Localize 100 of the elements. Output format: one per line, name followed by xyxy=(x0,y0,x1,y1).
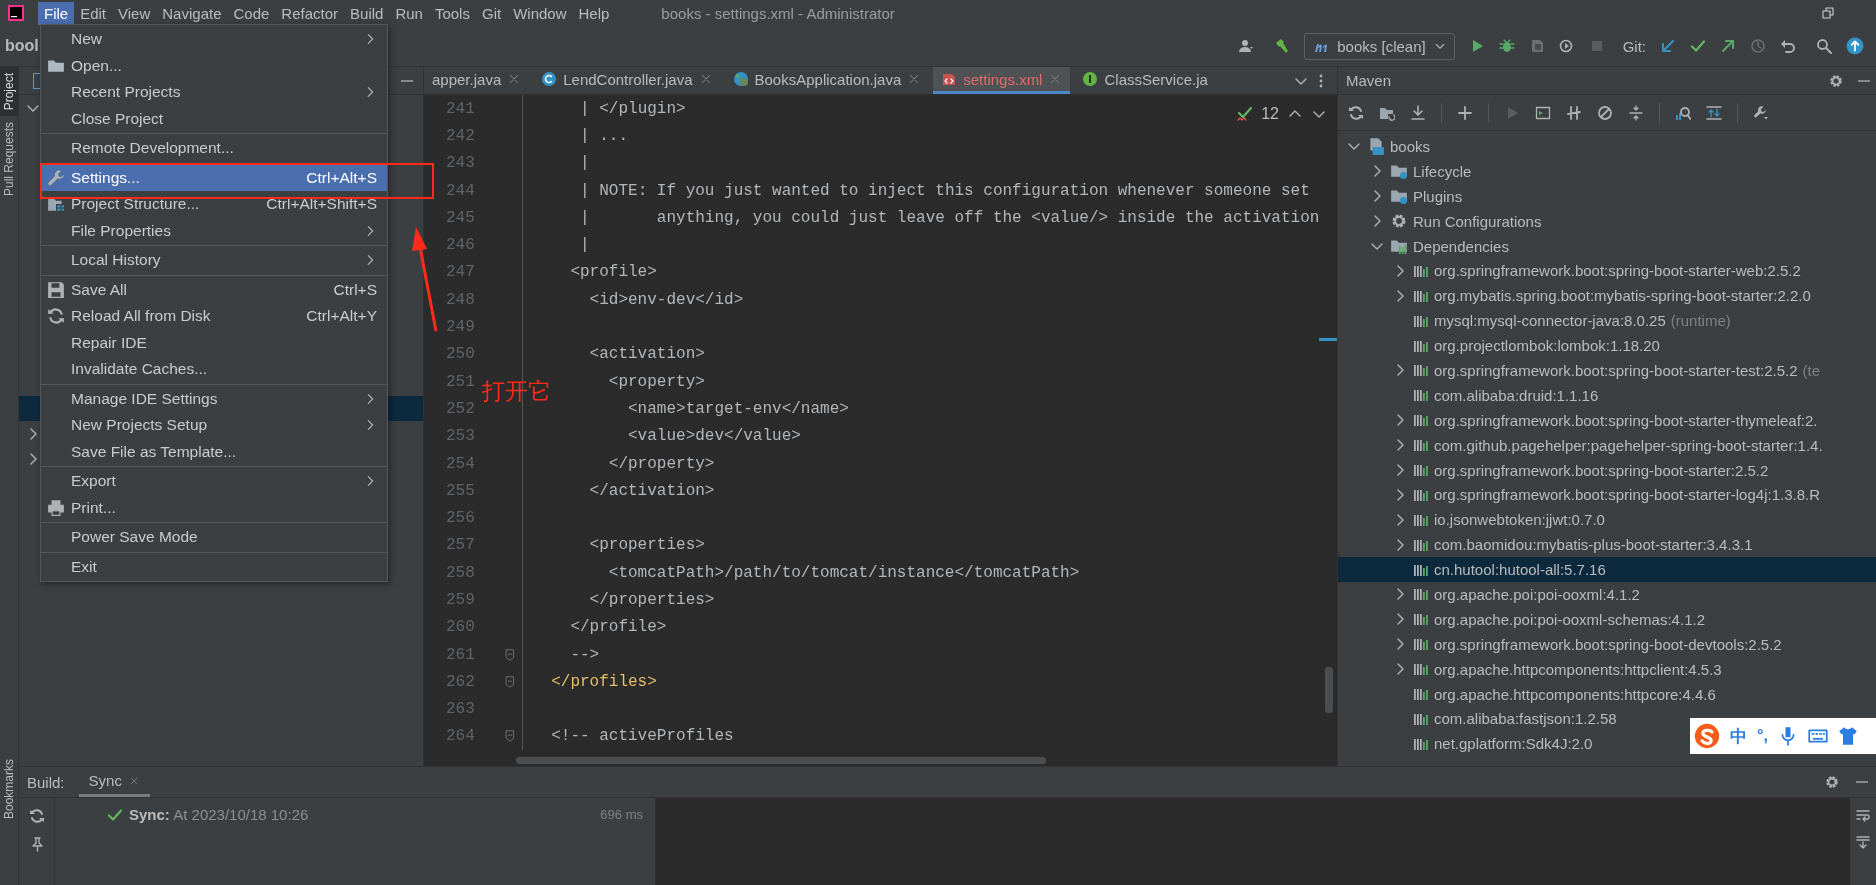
tree-item[interactable]: Run Configurations xyxy=(1338,208,1876,234)
tool-window-tab[interactable]: Project xyxy=(0,67,18,117)
tree-item[interactable]: org.mybatis.spring.boot:mybatis-spring-boot-starter:2.2.0 xyxy=(1338,283,1876,309)
menu-item[interactable]: Export xyxy=(41,468,387,495)
search-icon[interactable] xyxy=(1816,38,1832,54)
menu-item[interactable]: Reload All from Disk Ctrl+Alt+Y xyxy=(41,303,387,330)
tree-item[interactable]: com.baomidou:mybatis-plus-boot-starter:3.4.3.1 xyxy=(1338,532,1876,558)
menu-item[interactable]: Recent Projects xyxy=(41,79,387,106)
tree-item[interactable]: org.projectlombok:lombok:1.18.20 xyxy=(1338,333,1876,358)
update-project-icon[interactable] xyxy=(1660,38,1676,54)
scroll-to-end-icon[interactable] xyxy=(1855,834,1871,850)
commit-icon[interactable] xyxy=(1690,38,1706,54)
settings-icon[interactable] xyxy=(1828,72,1844,89)
menu-item[interactable]: Remote Development... xyxy=(41,135,387,162)
collapse-icon[interactable] xyxy=(1628,104,1644,121)
menu-item[interactable]: Git xyxy=(475,1,508,25)
shirt-icon[interactable] xyxy=(1837,726,1858,746)
debug-icon[interactable] xyxy=(1498,38,1515,54)
input-mode[interactable]: 中 xyxy=(1730,724,1747,748)
update-icon[interactable] xyxy=(1846,37,1864,55)
tree-item[interactable]: org.springframework.boot:spring-boot-starter:2.5.2 xyxy=(1338,457,1876,483)
editor-tab[interactable]: BooksApplication.java xyxy=(724,67,930,94)
hammer-icon[interactable] xyxy=(1274,38,1291,54)
tree-item[interactable]: io.jsonwebtoken:jjwt:0.7.0 xyxy=(1338,507,1876,533)
scrollbar[interactable] xyxy=(1325,667,1333,713)
menu-item[interactable]: Project Structure... Ctrl+Alt+Shift+S xyxy=(41,191,387,218)
menu-item[interactable]: Power Save Mode xyxy=(41,524,387,551)
punctuation-mode[interactable]: °, xyxy=(1757,727,1768,745)
tree-item[interactable]: Lifecycle xyxy=(1338,158,1876,184)
menu-item[interactable]: Manage IDE Settings xyxy=(41,385,387,412)
toggle-offline-icon[interactable] xyxy=(1566,104,1582,121)
editor-tab[interactable]: ClassService.ja xyxy=(1074,67,1216,94)
settings-icon[interactable] xyxy=(1824,774,1840,790)
menu-item[interactable]: Code xyxy=(227,1,276,25)
menu-item[interactable]: Exit xyxy=(41,553,387,580)
tree-item[interactable]: org.springframework.boot:spring-boot-starter-thymeleaf:2. xyxy=(1338,407,1876,433)
menu-item[interactable]: Run xyxy=(389,1,429,25)
reload-icon[interactable] xyxy=(28,808,45,824)
menu-item[interactable]: Build xyxy=(344,1,390,25)
fold-icon[interactable] xyxy=(503,647,517,662)
menu-item[interactable]: Save File as Template... xyxy=(41,438,387,465)
run-configuration-dropdown[interactable]: books [clean] xyxy=(1304,32,1455,60)
menu-item[interactable]: View xyxy=(112,1,157,25)
skip-tests-icon[interactable] xyxy=(1597,104,1613,121)
editor-tab[interactable]: LendController.java xyxy=(533,67,721,94)
user-icon[interactable] xyxy=(1238,38,1255,54)
tree-item[interactable]: com.github.pagehelper:pagehelper-spring-boot-starter:1.4. xyxy=(1338,432,1876,458)
menu-item[interactable]: Open... xyxy=(41,52,387,79)
scrollbar[interactable] xyxy=(516,757,1046,764)
tree-item[interactable]: Dependencies xyxy=(1338,233,1876,259)
fold-icon[interactable] xyxy=(503,674,517,689)
tree-item[interactable]: org.apache.poi:poi-ooxml:4.1.2 xyxy=(1338,582,1876,607)
tool-window-tab[interactable]: Bookmarks xyxy=(0,752,18,825)
tree-item[interactable]: org.apache.httpcomponents:httpclient:4.5.3 xyxy=(1338,656,1876,682)
menu-item[interactable]: Window xyxy=(507,1,573,25)
tree-item[interactable]: cn.hutool:hutool-all:5.7.16 xyxy=(1338,557,1876,583)
expand-icon[interactable] xyxy=(1706,104,1722,121)
restore-icon[interactable] xyxy=(1820,5,1836,21)
wrench-icon[interactable] xyxy=(1753,104,1769,121)
menu-item[interactable]: Edit xyxy=(74,1,113,25)
menu-item[interactable]: File Properties xyxy=(41,217,387,244)
tree-item[interactable]: books xyxy=(1338,134,1876,159)
tree-item[interactable]: com.alibaba:druid:1.1.16 xyxy=(1338,382,1876,408)
tree-item[interactable]: org.apache.poi:poi-ooxml-schemas:4.1.2 xyxy=(1338,606,1876,632)
push-icon[interactable] xyxy=(1720,38,1736,54)
rollback-icon[interactable] xyxy=(1780,38,1796,54)
menu-item[interactable]: Save All Ctrl+S xyxy=(41,276,387,303)
tool-window-tab[interactable]: Pull Requests xyxy=(0,116,18,203)
download-icon[interactable] xyxy=(1410,104,1426,121)
add-icon[interactable] xyxy=(1457,104,1473,121)
fold-icon[interactable] xyxy=(503,729,517,744)
profile-icon[interactable] xyxy=(1558,38,1575,54)
tree-item[interactable]: mysql:mysql-connector-java:8.0.25 (runtime) xyxy=(1338,308,1876,334)
tree-item[interactable]: org.springframework.boot:spring-boot-starter-test:2.5.2 (te xyxy=(1338,358,1876,383)
tree-item[interactable]: org.springframework.boot:spring-boot-starter-log4j:1.3.8.R xyxy=(1338,482,1876,508)
tree-item[interactable]: Plugins xyxy=(1338,183,1876,209)
terminal-icon[interactable] xyxy=(1535,104,1551,121)
menu-item[interactable]: Print... xyxy=(41,494,387,521)
sync-event[interactable]: Sync: At 2023/10/18 10:26 xyxy=(129,806,309,823)
soft-wrap-icon[interactable] xyxy=(1855,808,1871,824)
menu-item[interactable]: Help xyxy=(572,1,616,25)
inspection-icon[interactable] xyxy=(1237,106,1254,122)
menu-item[interactable]: File xyxy=(38,1,75,25)
editor-tab[interactable]: apper.java xyxy=(424,67,530,94)
menu-item[interactable]: Refactor xyxy=(275,1,345,25)
tree-item[interactable]: org.apache.httpcomponents:httpcore:4.4.6 xyxy=(1338,681,1876,707)
menu-item[interactable]: Tools xyxy=(428,1,476,25)
input-method-logo-icon[interactable] xyxy=(1694,723,1720,749)
menu-item[interactable]: Navigate xyxy=(156,1,228,25)
tree-item[interactable]: org.springframework.boot:spring-boot-starter-web:2.5.2 xyxy=(1338,258,1876,284)
analyze-icon[interactable] xyxy=(1675,104,1691,121)
project-breadcrumb[interactable]: bool xyxy=(5,37,39,55)
menu-item[interactable]: Repair IDE xyxy=(41,329,387,356)
reload-icon[interactable] xyxy=(1348,104,1364,121)
menu-item[interactable]: Settings... Ctrl+Alt+S xyxy=(41,164,387,191)
menu-item[interactable]: Close Project xyxy=(41,105,387,132)
tree-item[interactable]: org.springframework.boot:spring-boot-devtools:2.5.2 xyxy=(1338,631,1876,657)
inspection-count[interactable]: 12 xyxy=(1261,105,1279,123)
menu-item[interactable]: Invalidate Caches... xyxy=(41,356,387,383)
menu-item[interactable]: New xyxy=(41,26,387,53)
